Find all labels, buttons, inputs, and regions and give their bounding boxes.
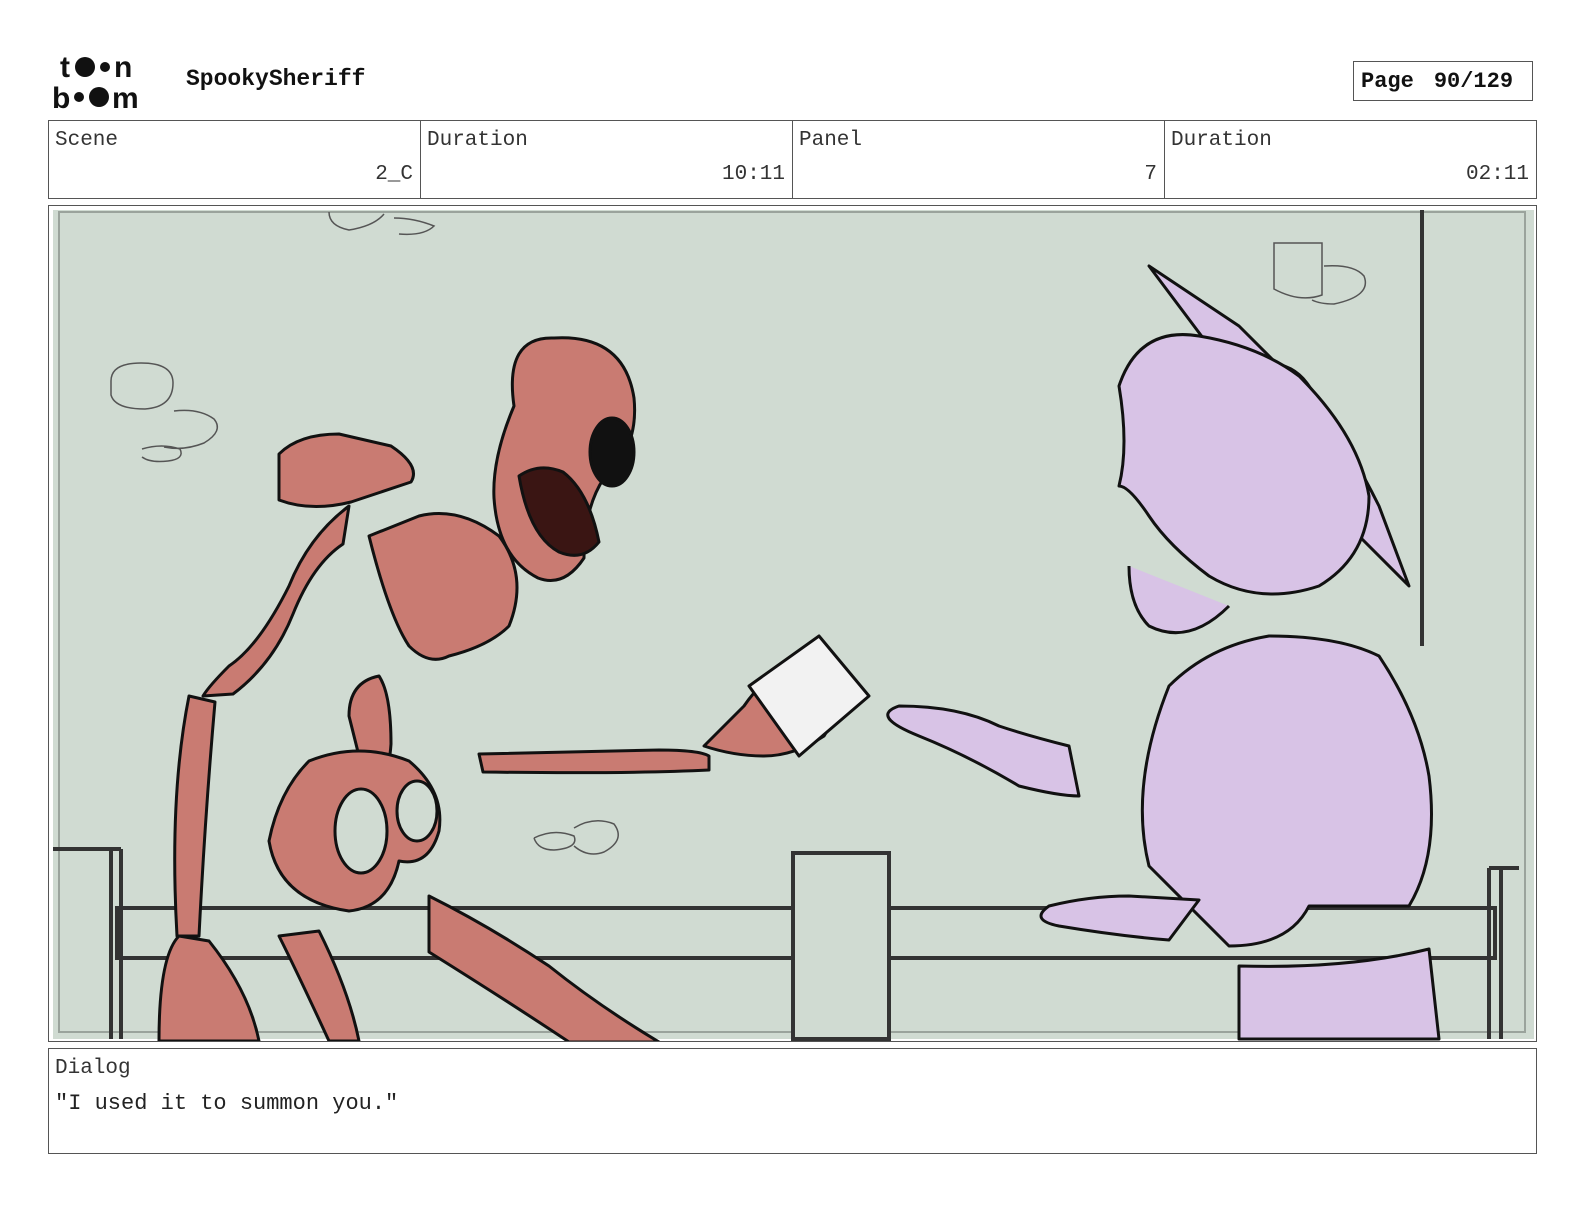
svg-text:b: b: [52, 82, 70, 112]
panel-cell: Panel 7: [793, 121, 1165, 198]
dialog-label: Dialog: [55, 1057, 131, 1080]
project-title: SpookySheriff: [186, 66, 366, 92]
toon-boom-logo: t n b m: [52, 51, 139, 112]
scene-duration-value: 10:11: [721, 163, 785, 186]
dialog-box: Dialog "I used it to summon you.": [48, 1048, 1537, 1154]
svg-text:n: n: [114, 51, 132, 84]
scene-cell: Scene 2_C: [49, 121, 421, 198]
scene-info-table: Scene 2_C Duration 10:11 Panel 7 Duratio…: [48, 120, 1537, 199]
scene-duration-cell: Duration 10:11: [421, 121, 793, 198]
storyboard-panel: [48, 205, 1537, 1042]
svg-text:t: t: [60, 51, 70, 84]
panel-duration-value: 02:11: [1465, 163, 1529, 186]
panel-duration-label: Duration: [1171, 129, 1272, 152]
panel-value: 7: [1144, 163, 1157, 186]
scene-duration-label: Duration: [427, 129, 528, 152]
scene-value: 2_C: [375, 163, 413, 186]
page-indicator: Page 90/129: [1353, 61, 1533, 101]
dialog-text: "I used it to summon you.": [55, 1091, 399, 1116]
svg-text:m: m: [112, 82, 139, 112]
panel-illustration: [53, 210, 1534, 1041]
page-value: 90/129: [1433, 68, 1514, 94]
scene-label: Scene: [55, 129, 119, 152]
panel-duration-cell: Duration 02:11: [1165, 121, 1536, 198]
panel-label: Panel: [799, 129, 863, 152]
page-label: Page: [1361, 68, 1414, 94]
